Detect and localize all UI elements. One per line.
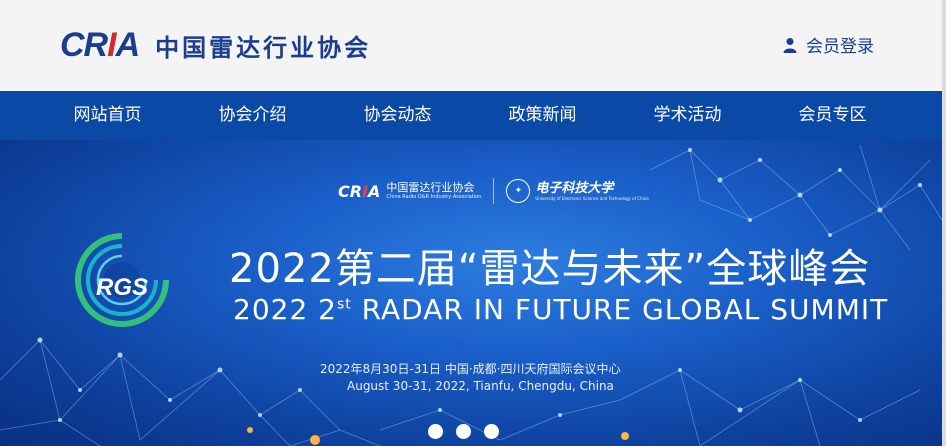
carousel-dot[interactable]: [456, 424, 471, 439]
summit-title-cn: 2022第二届“雷达与未来”全球峰会: [229, 246, 871, 292]
partner1-en: China Radio D&R Industry Association: [386, 194, 482, 200]
user-icon: [783, 37, 797, 53]
login-label: 会员登录: [806, 37, 874, 57]
site-header: CRIA 中国雷达行业协会 会员登录: [0, 0, 946, 91]
partner1-name: 中国雷达行业协会: [386, 181, 475, 194]
nav-item-home[interactable]: 网站首页: [35, 91, 180, 140]
summit-date-en: August 30-31, 2022, Tianfu, Chengdu, Chi…: [347, 379, 614, 393]
partner2-en: University of Electronic Science and Tec…: [535, 195, 649, 201]
partner-divider: [493, 178, 495, 204]
carousel-dot[interactable]: [428, 424, 443, 439]
site-logo[interactable]: CRIA 中国雷达行业协会: [60, 26, 371, 65]
nav-item-policy[interactable]: 政策新闻: [470, 91, 615, 140]
logo-mark: CRIA: [60, 26, 140, 64]
hero-banner[interactable]: CRIA 中国雷达行业协会 China Radio D&R Industry A…: [0, 140, 942, 446]
nav-item-news[interactable]: 协会动态: [325, 91, 470, 140]
partner-logo-cria: CRIA 中国雷达行业协会 China Radio D&R Industry A…: [338, 181, 481, 201]
scrollbar[interactable]: [942, 0, 946, 446]
member-login-link[interactable]: 会员登录: [782, 32, 874, 57]
summit-title-en: 2022 2st RADAR IN FUTURE GLOBAL SUMMIT: [233, 293, 889, 326]
rgs-logo: RGS: [75, 233, 169, 327]
partner-logos: CRIA 中国雷达行业协会 China Radio D&R Industry A…: [338, 178, 649, 204]
org-name: 中国雷达行业协会: [155, 34, 372, 62]
nav-item-about[interactable]: 协会介绍: [180, 91, 325, 140]
nav-item-academic[interactable]: 学术活动: [615, 91, 760, 140]
main-nav: 网站首页 协会介绍 协会动态 政策新闻 学术活动 会员专区: [0, 91, 942, 140]
rgs-label: RGS: [96, 274, 148, 301]
carousel-dot[interactable]: [484, 424, 499, 439]
university-seal-icon: ✦: [506, 179, 531, 203]
partner2-name: 电子科技大学: [535, 180, 614, 196]
summit-date-cn: 2022年8月30日-31日 中国·成都·四川天府国际会议中心: [320, 362, 621, 376]
partner-logo-mark: CRIA: [338, 181, 381, 201]
carousel-indicators: [428, 424, 512, 439]
nav-item-members[interactable]: 会员专区: [760, 91, 905, 140]
partner-logo-uestc: ✦ 电子科技大学 University of Electronic Scienc…: [506, 179, 649, 203]
